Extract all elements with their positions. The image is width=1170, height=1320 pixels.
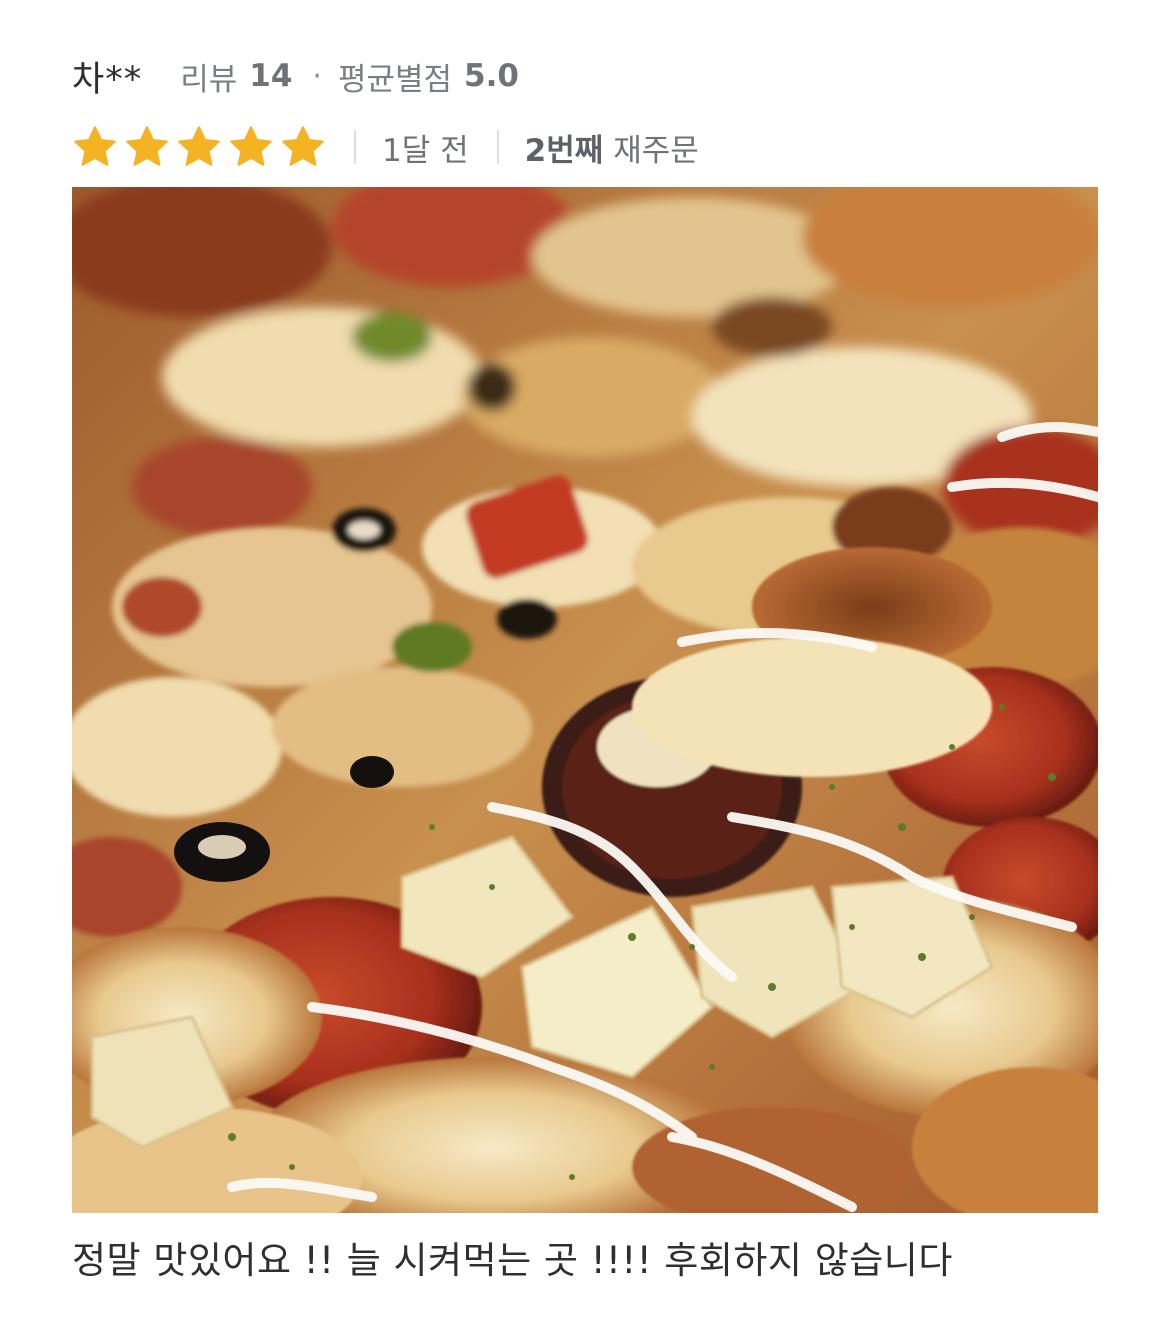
pizza-photo xyxy=(72,187,1098,1213)
rating-row: 1달 전 2번째 재주문 xyxy=(72,114,1098,180)
star-icon xyxy=(126,126,168,166)
reorder-count: 2번째 xyxy=(524,132,604,169)
review-count-label: 리뷰 xyxy=(180,61,238,98)
star-rating xyxy=(72,124,326,170)
reviewer-meta-row: 차** 리뷰 14 · 평균별점 5.0 xyxy=(72,40,1098,112)
star-icon xyxy=(282,126,324,166)
reorder-label: 재주문 xyxy=(613,132,699,169)
review-count: 리뷰 14 xyxy=(180,54,292,99)
time-ago: 1달 전 xyxy=(382,132,469,169)
review-body-text: 정말 맛있어요 !! 늘 시켜먹는 곳 !!!! 후회하지 않습니다 xyxy=(72,1239,953,1282)
star-icon xyxy=(230,126,272,166)
reorder-badge: 2번째 재주문 xyxy=(525,125,699,170)
review-photo[interactable] xyxy=(72,187,1098,1213)
meta-separator: · xyxy=(312,58,322,94)
review-count-value: 14 xyxy=(249,58,293,94)
divider xyxy=(496,130,499,164)
review-card: 차** 리뷰 14 · 평균별점 5.0 1달 전 2번째 재주문 정말 맛있어… xyxy=(72,40,1098,1282)
reviewer-name[interactable]: 차** xyxy=(72,51,142,102)
average-rating-value: 5.0 xyxy=(464,58,519,94)
star-icon xyxy=(74,126,116,166)
star-icon xyxy=(178,126,220,166)
average-rating-label: 평균별점 xyxy=(337,61,453,98)
divider xyxy=(354,130,356,164)
average-rating: 평균별점 5.0 xyxy=(338,54,519,99)
